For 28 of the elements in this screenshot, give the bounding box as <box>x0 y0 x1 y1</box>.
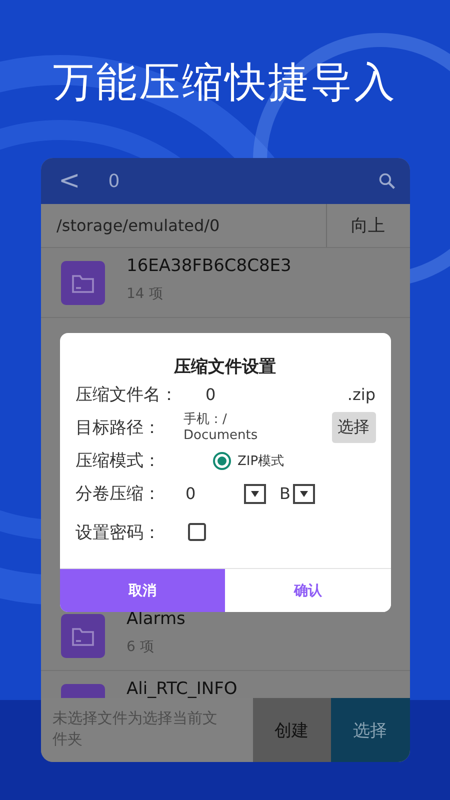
search-icon[interactable] <box>378 172 396 190</box>
checkbox[interactable] <box>188 523 206 541</box>
radio-label: ZIP模式 <box>238 452 284 470</box>
field-label: 分卷压缩： <box>76 483 162 505</box>
header-title: 0 <box>108 170 121 192</box>
folder-name: 16EA38FB6C8C8E3 <box>126 257 292 275</box>
radio-button[interactable] <box>212 450 232 470</box>
file-name-field[interactable]: 0 <box>206 385 216 404</box>
target-path: 手机：/ Documents <box>184 412 259 444</box>
field-label: 压缩模式： <box>76 450 162 472</box>
path-text: /storage/emulated/0 <box>56 215 221 237</box>
dialog-title: 压缩文件设置 <box>172 356 277 378</box>
field-label: 设置密码： <box>76 522 162 544</box>
folder-name: Alarms <box>126 610 186 628</box>
headline: 万能压缩快捷导入 <box>53 57 397 108</box>
dropdown-icon[interactable] <box>293 484 316 504</box>
dropdown-icon[interactable] <box>244 484 266 504</box>
select-button[interactable]: 选择 <box>330 698 410 762</box>
create-button[interactable]: 创建 <box>252 698 330 762</box>
extension-text: .zip <box>347 385 376 404</box>
field-label: 目标路径： <box>76 417 162 439</box>
cancel-button[interactable]: 取消 <box>60 569 225 612</box>
unit-text: B <box>280 484 290 503</box>
field-label: 压缩文件名： <box>76 384 178 406</box>
split-size-field[interactable]: 0 <box>186 484 244 503</box>
folder-name: Ali_RTC_INFO <box>126 680 238 698</box>
choose-button[interactable]: 选择 <box>332 412 376 443</box>
back-button[interactable]: < <box>58 168 80 194</box>
